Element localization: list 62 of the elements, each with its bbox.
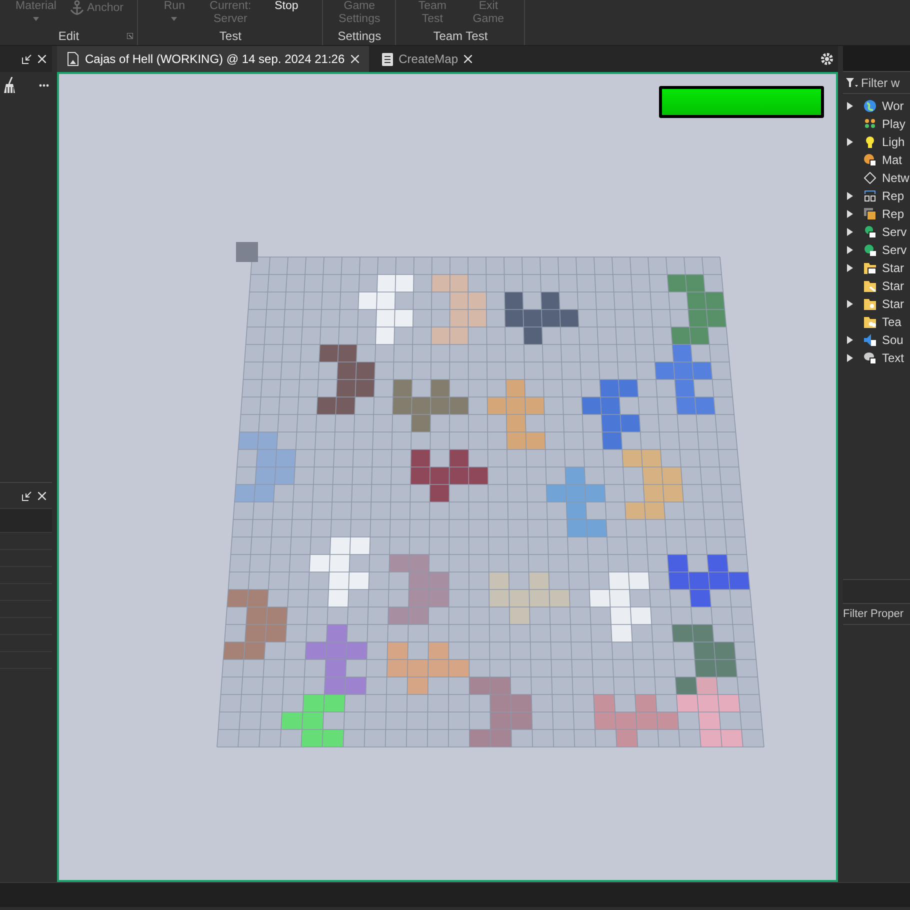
explorer-item[interactable]: Star xyxy=(843,295,910,313)
palette-icon xyxy=(864,154,876,166)
expand-arrow-icon[interactable] xyxy=(847,246,853,254)
explorer-item[interactable]: Wor xyxy=(843,97,910,115)
caret-icon xyxy=(171,17,178,21)
cloud-icon xyxy=(864,226,876,238)
globe-icon xyxy=(864,100,876,112)
more-icon[interactable] xyxy=(39,84,49,86)
explorer-item[interactable]: Tea xyxy=(843,313,910,331)
document-icon xyxy=(67,52,79,66)
cloud-icon xyxy=(864,244,876,256)
dialog-launcher-icon[interactable] xyxy=(127,33,134,39)
undock-icon[interactable] xyxy=(22,490,32,500)
broom-icon[interactable] xyxy=(3,77,17,93)
expand-arrow-icon[interactable] xyxy=(847,210,853,218)
folder-icon xyxy=(864,262,876,274)
storage-icon xyxy=(864,208,876,220)
explorer-item[interactable]: Mat xyxy=(843,151,910,169)
folder-icon xyxy=(864,280,876,292)
folder-icon xyxy=(864,316,876,328)
anchor-icon xyxy=(70,0,84,16)
folder-icon xyxy=(864,298,876,310)
close-icon[interactable] xyxy=(464,55,472,63)
filter-icon[interactable] xyxy=(846,78,858,88)
document-tab[interactable]: Cajas of Hell (WORKING) @ 14 sep. 2024 21:26 xyxy=(57,46,369,72)
expand-arrow-icon[interactable] xyxy=(847,354,853,362)
explorer-item[interactable]: Serv xyxy=(843,223,910,241)
undock-icon[interactable] xyxy=(22,54,32,64)
ribbon-button[interactable]: Stop xyxy=(258,0,314,13)
close-icon[interactable] xyxy=(350,55,359,63)
explorer-item[interactable]: Ligh xyxy=(843,133,910,151)
group-label: Settings xyxy=(336,28,382,45)
expand-arrow-icon[interactable] xyxy=(847,138,853,146)
expand-arrow-icon[interactable] xyxy=(847,264,853,272)
expand-arrow-icon[interactable] xyxy=(847,192,853,200)
explorer-item[interactable]: Play xyxy=(843,115,910,133)
explorer-item[interactable]: Rep xyxy=(843,205,910,223)
group-label: Edit xyxy=(57,28,80,45)
expand-arrow-icon[interactable] xyxy=(847,300,853,308)
caret-icon xyxy=(33,17,39,21)
people-icon xyxy=(864,118,876,130)
expand-arrow-icon[interactable] xyxy=(847,228,853,236)
close-icon[interactable] xyxy=(38,492,46,500)
script-icon xyxy=(382,52,393,66)
explorer-item[interactable]: Text xyxy=(843,349,910,367)
bulb-icon xyxy=(864,136,876,148)
speaker-icon xyxy=(864,334,876,346)
explorer-item[interactable]: Star xyxy=(843,277,910,295)
expand-arrow-icon[interactable] xyxy=(847,336,853,344)
explorer-item[interactable]: Star xyxy=(843,259,910,277)
explorer-item[interactable]: Netw xyxy=(843,169,910,187)
diamond-icon xyxy=(864,172,876,184)
group-label: Test xyxy=(218,28,242,45)
expand-arrow-icon[interactable] xyxy=(847,102,853,110)
explorer-item[interactable]: Sou xyxy=(843,331,910,349)
explorer-item[interactable]: Rep xyxy=(843,187,910,205)
close-icon[interactable] xyxy=(38,55,46,63)
group-label: Team Test xyxy=(432,28,489,45)
chat-icon xyxy=(864,352,876,364)
settings-icon[interactable] xyxy=(820,52,834,66)
network-icon xyxy=(864,190,876,202)
explorer-item[interactable]: Serv xyxy=(843,241,910,259)
